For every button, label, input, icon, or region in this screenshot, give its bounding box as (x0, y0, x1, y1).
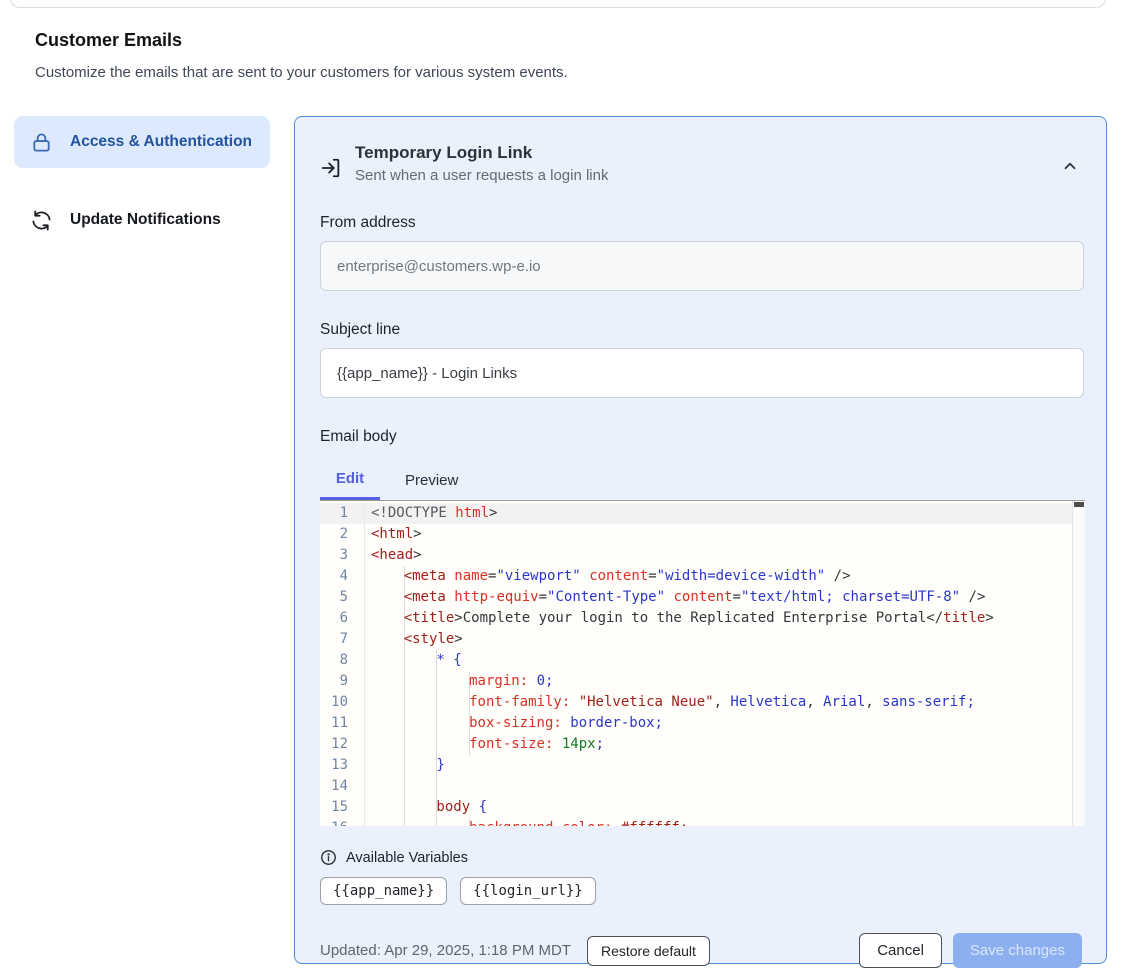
line-number: 13 (320, 755, 365, 776)
code-text: <!DOCTYPE html> (365, 503, 497, 524)
line-number: 8 (320, 650, 365, 671)
line-number: 5 (320, 587, 365, 608)
info-icon (320, 849, 337, 866)
code-line: 8* { (320, 650, 1085, 671)
code-line: 7<style> (320, 629, 1085, 650)
code-line: 12font-size: 14px; (320, 734, 1085, 755)
email-body-tabs: EditPreview (320, 460, 1085, 500)
code-text: <title>Complete your login to the Replic… (365, 608, 994, 629)
variable-chip[interactable]: {{app_name}} (320, 877, 447, 905)
code-line: 16background-color: #ffffff; (320, 818, 1085, 826)
line-number: 16 (320, 818, 365, 826)
panel-header: Temporary Login Link Sent when a user re… (320, 143, 1082, 184)
customer-emails-page: Customer Emails Customize the emails tha… (0, 0, 1128, 980)
code-text: body { (365, 797, 487, 818)
line-number: 9 (320, 671, 365, 692)
code-text: font-family: "Helvetica Neue", Helvetica… (365, 692, 975, 713)
line-number: 4 (320, 566, 365, 587)
code-line: 10font-family: "Helvetica Neue", Helveti… (320, 692, 1085, 713)
code-line: 1<!DOCTYPE html> (320, 503, 1085, 524)
editor-scrollbar[interactable] (1072, 501, 1085, 826)
panel-subtitle: Sent when a user requests a login link (355, 167, 608, 184)
panel-footer: Updated: Apr 29, 2025, 1:18 PM MDT Resto… (320, 933, 1082, 968)
line-number: 7 (320, 629, 365, 650)
restore-default-button[interactable]: Restore default (587, 936, 710, 966)
code-line: 5<meta http-equiv="Content-Type" content… (320, 587, 1085, 608)
page-header: Customer Emails Customize the emails tha… (35, 30, 1128, 81)
code-text: } (365, 755, 445, 776)
email-body-code-editor[interactable]: 1<!DOCTYPE html>2<html>3<head>4<meta nam… (320, 500, 1085, 826)
page-subtitle: Customize the emails that are sent to yo… (35, 64, 1128, 81)
panel-title: Temporary Login Link (355, 143, 608, 163)
variable-chip[interactable]: {{login_url}} (460, 877, 596, 905)
line-number: 3 (320, 545, 365, 566)
save-changes-button[interactable]: Save changes (953, 933, 1082, 968)
code-text: background-color: #ffffff; (365, 818, 688, 826)
line-number: 14 (320, 776, 365, 797)
collapse-button[interactable] (1058, 155, 1082, 179)
sidebar-item-label: Access & Authentication (70, 130, 252, 154)
code-line: 6<title>Complete your login to the Repli… (320, 608, 1085, 629)
line-number: 6 (320, 608, 365, 629)
sidebar-item-update-notifications[interactable]: Update Notifications (14, 194, 270, 246)
line-number: 1 (320, 503, 365, 524)
code-text: font-size: 14px; (365, 734, 604, 755)
page-title: Customer Emails (35, 30, 1128, 51)
available-variables-header: Available Variables (320, 849, 1082, 866)
chevron-up-icon (1061, 163, 1079, 178)
from-address-label: From address (320, 214, 1082, 232)
sidebar-item-label: Update Notifications (70, 208, 221, 232)
line-number: 2 (320, 524, 365, 545)
sidebar-item-access-authentication[interactable]: Access & Authentication (14, 116, 270, 168)
code-text: * { (365, 650, 462, 671)
variable-chips: {{app_name}} {{login_url}} (320, 877, 1082, 905)
from-address-input[interactable] (320, 241, 1084, 291)
subject-line-input[interactable] (320, 348, 1084, 398)
code-line: 13} (320, 755, 1085, 776)
code-text: <head> (365, 545, 422, 566)
refresh-icon (30, 209, 53, 232)
content-row: Access & Authentication Update Notificati… (0, 116, 1128, 964)
code-text: margin: 0; (365, 671, 553, 692)
code-text: <html> (365, 524, 422, 545)
tab-edit[interactable]: Edit (320, 460, 380, 500)
cancel-button[interactable]: Cancel (859, 933, 942, 968)
code-lines: 1<!DOCTYPE html>2<html>3<head>4<meta nam… (320, 501, 1085, 826)
available-variables-label: Available Variables (346, 850, 468, 866)
panel-header-text: Temporary Login Link Sent when a user re… (355, 143, 608, 184)
code-line: 15body { (320, 797, 1085, 818)
code-text: <style> (365, 629, 463, 650)
editor-scrollbar-thumb[interactable] (1074, 502, 1084, 507)
email-body-label: Email body (320, 428, 1082, 446)
code-line: 3<head> (320, 545, 1085, 566)
line-number: 11 (320, 713, 365, 734)
line-number: 12 (320, 734, 365, 755)
subject-line-label: Subject line (320, 321, 1082, 339)
code-text (365, 776, 436, 797)
updated-timestamp: Updated: Apr 29, 2025, 1:18 PM MDT (320, 942, 571, 959)
code-line: 11box-sizing: border-box; (320, 713, 1085, 734)
line-number: 10 (320, 692, 365, 713)
code-line: 4<meta name="viewport" content="width=de… (320, 566, 1085, 587)
code-text: box-sizing: border-box; (365, 713, 663, 734)
lock-icon (30, 131, 53, 154)
previous-card-edge (10, 0, 1106, 8)
tab-preview[interactable]: Preview (380, 460, 483, 500)
sidebar: Access & Authentication Update Notificati… (14, 116, 270, 246)
code-line: 14 (320, 776, 1085, 797)
email-settings-panel: Temporary Login Link Sent when a user re… (294, 116, 1107, 964)
code-line: 9margin: 0; (320, 671, 1085, 692)
line-number: 15 (320, 797, 365, 818)
code-text: <meta name="viewport" content="width=dev… (365, 566, 851, 587)
login-icon (320, 157, 342, 179)
code-text: <meta http-equiv="Content-Type" content=… (365, 587, 985, 608)
code-line: 2<html> (320, 524, 1085, 545)
